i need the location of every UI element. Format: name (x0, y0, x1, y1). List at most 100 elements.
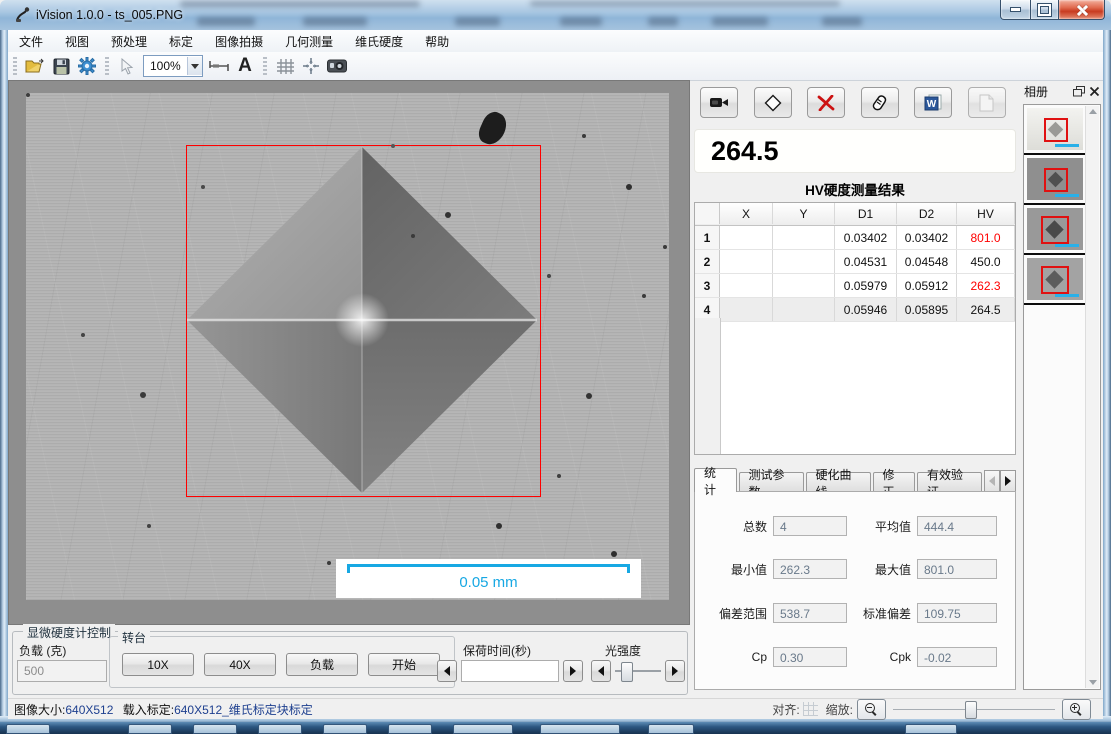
tab-hardening-curve[interactable]: 硬化曲线 (806, 472, 871, 492)
light-decrease-button[interactable] (591, 660, 611, 682)
window-border-left (0, 30, 8, 720)
close-button[interactable] (1059, 0, 1105, 20)
turret-40x-button[interactable]: 40X (204, 653, 276, 676)
taskbar-button[interactable] (323, 724, 367, 734)
menu-image-capture[interactable]: 图像拍摄 (204, 33, 274, 50)
taskbar-button[interactable] (905, 724, 957, 734)
menu-calibration[interactable]: 标定 (158, 33, 204, 50)
start-button[interactable]: 开始 (368, 653, 440, 676)
select-cursor-button[interactable] (114, 54, 140, 78)
album-thumbnail[interactable] (1024, 155, 1086, 205)
taskbar-button[interactable] (6, 724, 50, 734)
background-window-artifact (180, 1, 420, 7)
dwell-time-input[interactable] (461, 660, 559, 682)
text-annotation-button[interactable]: A (232, 54, 258, 78)
col-header-x: X (720, 203, 773, 224)
image-viewport[interactable]: 0.05 mm (8, 80, 690, 625)
arrow-right-icon (672, 666, 678, 676)
cell-hv: 801.0 (957, 226, 1015, 249)
table-row-selected[interactable]: 4 0.05946 0.05895 264.5 (695, 298, 1015, 322)
menu-view[interactable]: 视图 (54, 33, 100, 50)
table-row[interactable]: 1 0.03402 0.03402 801.0 (695, 226, 1015, 250)
taskbar-button[interactable] (128, 724, 172, 734)
slider-thumb[interactable] (621, 662, 633, 682)
cell-d2: 0.05912 (897, 274, 957, 297)
cell-y (773, 250, 835, 273)
minimize-button[interactable] (1000, 0, 1031, 20)
selection-rectangle[interactable] (186, 145, 541, 497)
col-header-y: Y (773, 203, 835, 224)
zoom-out-button[interactable] (857, 699, 886, 720)
export-word-button[interactable]: W (914, 87, 952, 118)
turret-10x-button[interactable]: 10X (122, 653, 194, 676)
stat-min-label: 最小值 (695, 561, 767, 578)
taskbar-button[interactable] (258, 724, 302, 734)
zoom-in-button[interactable] (1062, 699, 1091, 720)
table-row[interactable]: 2 0.04531 0.04548 450.0 (695, 250, 1015, 274)
slider-thumb[interactable] (965, 701, 977, 719)
cell-y (773, 274, 835, 297)
scroll-down-icon[interactable] (1089, 680, 1097, 685)
measure-tool-button[interactable] (206, 54, 232, 78)
light-increase-button[interactable] (665, 660, 685, 682)
results-table[interactable]: X Y D1 D2 HV 1 0.03402 0.03402 801.0 2 0… (694, 202, 1016, 455)
load-apply-button[interactable]: 负载 (286, 653, 358, 676)
menu-file[interactable]: 文件 (8, 33, 54, 50)
cell-x (720, 250, 773, 273)
statusbar: 图像大小:640X512 载入标定:640X512_维氏标定块标定 对齐: 缩放… (8, 698, 1103, 719)
album-scrollbar[interactable] (1085, 106, 1099, 688)
tab-correction[interactable]: 修正 (873, 472, 916, 492)
taskbar-button[interactable] (540, 724, 620, 734)
snapshot-camera-button[interactable] (324, 54, 350, 78)
delete-measurement-button[interactable] (807, 87, 845, 118)
scroll-up-icon[interactable] (1089, 109, 1097, 114)
scale-bar: 0.05 mm (336, 559, 641, 598)
save-button[interactable] (48, 54, 74, 78)
tab-scroll-right-button[interactable] (1000, 470, 1016, 492)
grid-toggle-button[interactable] (272, 54, 298, 78)
settings-button[interactable] (74, 54, 100, 78)
cell-d1: 0.04531 (835, 250, 897, 273)
taskbar-button[interactable] (193, 724, 237, 734)
taskbar-button[interactable] (388, 724, 432, 734)
album-thumbnail[interactable] (1024, 255, 1086, 305)
tab-scroll-left-button[interactable] (984, 470, 1000, 492)
table-row[interactable]: 3 0.05979 0.05912 262.3 (695, 274, 1015, 298)
video-capture-button[interactable] (700, 87, 738, 118)
tab-statistics[interactable]: 统计 (694, 468, 737, 492)
album-list[interactable] (1023, 104, 1101, 690)
tab-test-parameters[interactable]: 测试参数 (739, 472, 804, 492)
dwell-decrease-button[interactable] (437, 660, 457, 682)
combo-dropdown[interactable] (187, 57, 202, 75)
diamond-measure-button[interactable] (754, 87, 792, 118)
thumbnail-roi (1041, 266, 1069, 294)
album-thumbnail[interactable] (1024, 205, 1086, 255)
chevron-down-icon (191, 64, 199, 69)
menu-preprocess[interactable]: 预处理 (100, 33, 158, 50)
menu-help[interactable]: 帮助 (414, 33, 460, 50)
tab-validation[interactable]: 有效验证 (917, 472, 982, 492)
menu-geometry-measure[interactable]: 几何测量 (274, 33, 344, 50)
hand-tool-button[interactable] (861, 87, 899, 118)
dwell-increase-button[interactable] (563, 660, 583, 682)
taskbar-button[interactable] (453, 724, 513, 734)
light-intensity-slider[interactable] (615, 660, 661, 682)
album-thumbnail[interactable] (1024, 105, 1086, 155)
view-zoom-slider[interactable] (893, 700, 1055, 719)
maximize-button[interactable] (1031, 0, 1059, 20)
menu-vickers-hardness[interactable]: 维氏硬度 (344, 33, 414, 50)
thumbnail-scalebar (1055, 294, 1079, 297)
load-input[interactable] (17, 660, 107, 682)
taskbar-button[interactable] (648, 724, 694, 734)
delete-red-x-icon (817, 95, 835, 111)
zoom-level-select[interactable]: 100% (143, 55, 203, 77)
toolbar-grip (13, 57, 17, 75)
results-title: HV硬度测量结果 (694, 179, 1016, 199)
specimen-image[interactable]: 0.05 mm (26, 93, 669, 600)
center-crosshair-button[interactable] (298, 54, 324, 78)
new-page-button[interactable] (968, 87, 1006, 118)
open-file-button[interactable] (22, 54, 48, 78)
close-panel-icon[interactable] (1089, 86, 1100, 97)
align-grid-icon[interactable] (803, 702, 818, 716)
float-panel-icon[interactable] (1073, 86, 1085, 97)
